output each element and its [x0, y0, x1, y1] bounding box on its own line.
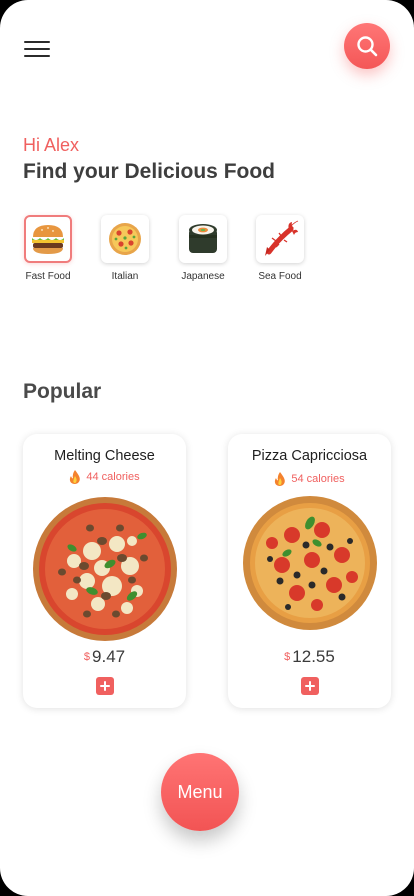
add-to-cart-button[interactable] — [300, 677, 319, 695]
food-price: $12.55 — [228, 647, 391, 667]
menu-button[interactable]: Menu — [161, 753, 239, 831]
greeting-text: Hi Alex — [23, 135, 80, 155]
lobster-icon — [265, 220, 299, 256]
calories-text: 54 calories — [291, 473, 345, 485]
food-name: Melting Cheese — [54, 448, 155, 464]
food-price: $9.47 — [23, 647, 186, 667]
price-value: 9.47 — [92, 647, 126, 666]
flame-icon — [70, 470, 81, 484]
currency-symbol: $ — [83, 651, 91, 663]
price-value: 12.55 — [292, 647, 335, 666]
hamburger-menu-icon[interactable] — [24, 40, 52, 58]
pizza-image — [242, 496, 377, 630]
category-icon-box — [256, 215, 304, 263]
food-card-melting-cheese[interactable]: Melting Cheese 44 calories $ 9.47 — [23, 434, 186, 708]
category-label: Italian — [111, 271, 139, 282]
flame-icon — [275, 472, 286, 486]
category-icon-box — [179, 215, 227, 263]
calories-info: 44 calories — [23, 470, 186, 484]
search-button[interactable] — [344, 23, 390, 69]
category-sea-food[interactable]: Sea Food — [245, 215, 315, 282]
pizza-icon — [109, 223, 141, 255]
category-icon-box — [24, 215, 72, 263]
search-icon — [357, 36, 378, 57]
category-italian[interactable]: Italian — [90, 215, 160, 282]
currency-symbol: $ — [284, 651, 291, 663]
category-japanese[interactable]: Japanese — [168, 215, 238, 282]
burger-icon — [32, 225, 64, 254]
food-name: Pizza Capricciosa — [251, 448, 368, 464]
calories-info: 54 calories — [228, 472, 391, 486]
app-screen: Hi Alex Find your Delicious Food Fast Fo… — [0, 0, 414, 896]
calories-text: 44 calories — [86, 471, 140, 483]
category-icon-box — [101, 215, 149, 263]
category-label: Fast Food — [25, 271, 71, 282]
pizza-image — [32, 497, 177, 641]
category-label: Sea Food — [258, 271, 302, 282]
category-label: Japanese — [181, 271, 225, 282]
page-title: Find your Delicious Food — [23, 160, 275, 183]
category-fast-food[interactable]: Fast Food — [13, 215, 83, 282]
food-card-pizza-capricciosa[interactable]: Pizza Capricciosa 54 calories $ 12.55 — [228, 434, 391, 708]
add-to-cart-button[interactable] — [95, 677, 114, 695]
sushi-icon — [189, 224, 217, 253]
popular-section-title: Popular — [23, 380, 102, 403]
